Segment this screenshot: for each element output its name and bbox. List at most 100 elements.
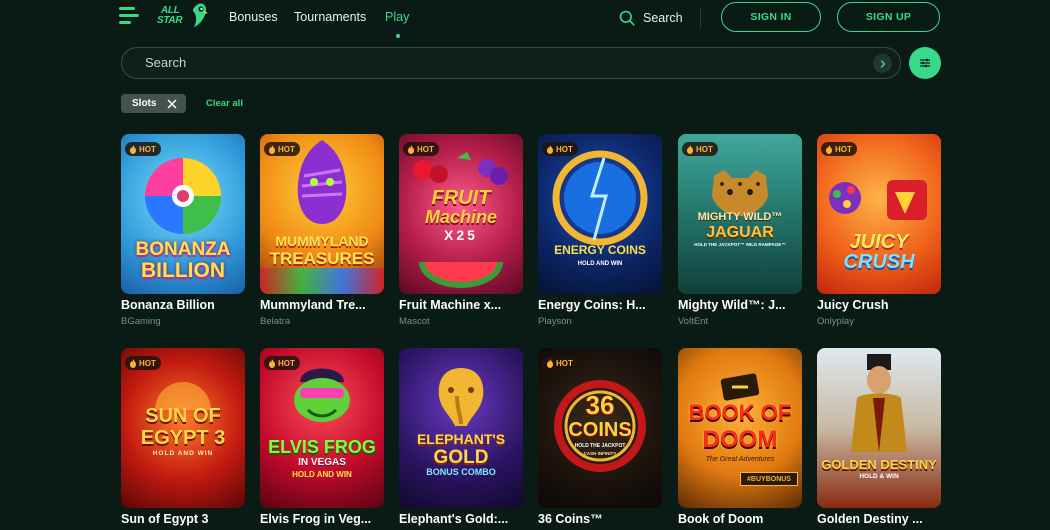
nav-tournaments[interactable]: Tournaments [294, 10, 366, 24]
nav-bonuses[interactable]: Bonuses [229, 10, 278, 24]
game-provider: VoltEnt [678, 316, 709, 327]
energy-coin-art [552, 150, 648, 246]
game-title[interactable]: Elephant's Gold:... [399, 512, 523, 526]
nav-play[interactable]: Play [385, 10, 409, 24]
active-nav-indicator [396, 34, 400, 38]
hot-badge: HOT [125, 142, 161, 156]
golden-elephant-art [438, 368, 484, 426]
game-title[interactable]: Elvis Frog in Veg... [260, 512, 384, 526]
hot-badge: HOT [682, 142, 718, 156]
flame-icon [547, 144, 553, 154]
art-title-2: JAGUAR [706, 224, 774, 241]
game-title[interactable]: Juicy Crush [817, 298, 941, 312]
game-thumbnail[interactable]: MIGHTY WILD™ JAGUAR HOLD THE JACKPOT™ WI… [678, 134, 802, 294]
hot-label: HOT [139, 144, 156, 154]
art-title-3: HOLD AND WIN [152, 450, 214, 457]
game-card-bonanza-billion[interactable]: BONANZA BILLION HOT Bonanza Billion BGam… [121, 134, 245, 327]
game-thumbnail[interactable]: ELEPHANT'S GOLD BONUS COMBO [399, 348, 523, 508]
parrot-mascot-icon [193, 3, 208, 27]
flame-icon [269, 144, 275, 154]
game-provider: Onlyplay [817, 316, 854, 327]
jaguar-head-art [712, 170, 768, 216]
game-card-book-of-doom[interactable]: BOOK OF DOOM The Great Adventures #BUYBO… [678, 348, 802, 526]
allstar-logo[interactable]: ALL STAR [157, 2, 209, 30]
art-title-3: The Great Adventures [705, 456, 775, 463]
hot-label: HOT [696, 144, 713, 154]
fruit-bowl-art [829, 180, 927, 220]
close-icon[interactable] [167, 99, 177, 109]
art-title-1: ELVIS FROG [268, 437, 376, 457]
game-title[interactable]: Golden Destiny ... [817, 512, 941, 526]
game-thumbnail[interactable]: JUICY CRUSH HOT [817, 134, 941, 294]
game-thumbnail[interactable]: FRUIT Machine X25 HOT [399, 134, 523, 294]
game-title[interactable]: Energy Coins: H... [538, 298, 662, 312]
hot-label: HOT [278, 144, 295, 154]
game-card-juicy-crush[interactable]: JUICY CRUSH HOT Juicy Crush Onlyplay [817, 134, 941, 327]
buy-bonus-tag: #BUYBONUS [740, 472, 798, 486]
sun-rays-art [155, 382, 211, 410]
game-thumbnail[interactable]: MUMMYLAND TREASURES HOT [260, 134, 384, 294]
game-thumbnail[interactable]: BOOK OF DOOM The Great Adventures #BUYBO… [678, 348, 802, 508]
game-thumbnail[interactable]: 36 COINS HOLD THE JACKPOT CASH INFINITY … [538, 348, 662, 508]
hamburger-menu-icon[interactable] [119, 7, 139, 25]
buy-bonus-label: #BUYBONUS [747, 476, 791, 483]
game-card-36-coins[interactable]: 36 COINS HOLD THE JACKPOT CASH INFINITY … [538, 348, 662, 526]
game-card-fruit-machine[interactable]: FRUIT Machine X25 HOT Fruit Machine x...… [399, 134, 523, 327]
hot-badge: HOT [264, 356, 300, 370]
game-title[interactable]: Fruit Machine x... [399, 298, 523, 312]
filter-button[interactable] [909, 47, 941, 79]
hot-label: HOT [835, 144, 852, 154]
game-title[interactable]: Mighty Wild™: J... [678, 298, 802, 312]
game-card-mighty-wild-jaguar[interactable]: MIGHTY WILD™ JAGUAR HOLD THE JACKPOT™ WI… [678, 134, 802, 327]
game-thumbnail[interactable]: SUN OF EGYPT 3 HOLD AND WIN HOT [121, 348, 245, 508]
game-title[interactable]: Sun of Egypt 3 [121, 512, 245, 526]
art-title-1: ENERGY COINS [554, 243, 646, 257]
art-title-1: BOOK OF [688, 400, 792, 425]
treasure-map-icon [720, 373, 760, 401]
header-search-button[interactable]: Search [619, 9, 683, 27]
art-title-3: HOLD THE JACKPOT [574, 443, 626, 449]
game-card-sun-of-egypt-3[interactable]: SUN OF EGYPT 3 HOLD AND WIN HOT Sun of E… [121, 348, 245, 526]
slots-filter-chip[interactable]: Slots [121, 94, 186, 113]
game-card-mummyland-treasures[interactable]: MUMMYLAND TREASURES HOT Mummyland Tre...… [260, 134, 384, 327]
hot-label: HOT [556, 358, 573, 368]
sign-up-button[interactable]: SIGN UP [837, 2, 940, 32]
filter-sliders-icon [920, 58, 930, 68]
game-provider: BGaming [121, 316, 161, 327]
art-title-1: GOLDEN DESTINY [821, 457, 937, 472]
game-title[interactable]: Mummyland Tre... [260, 298, 384, 312]
hot-label: HOT [556, 144, 573, 154]
game-title[interactable]: Book of Doom [678, 512, 802, 526]
game-thumbnail[interactable]: ENERGY COINS HOLD AND WIN HOT [538, 134, 662, 294]
game-thumbnail[interactable]: GOLDEN DESTINY HOLD & WIN [817, 348, 941, 508]
game-card-golden-destiny[interactable]: GOLDEN DESTINY HOLD & WIN Golden Destiny… [817, 348, 941, 526]
watermelon-art [419, 262, 503, 288]
game-card-elvis-frog-in-vegas[interactable]: ELVIS FROG IN VEGAS HOLD AND WIN HOT Elv… [260, 348, 384, 526]
game-card-energy-coins[interactable]: ENERGY COINS HOLD AND WIN HOT Energy Coi… [538, 134, 662, 327]
hot-badge: HOT [125, 356, 161, 370]
clear-all-link[interactable]: Clear all [206, 98, 243, 109]
game-search-field[interactable]: Search [121, 47, 901, 79]
game-thumbnail[interactable]: ELVIS FROG IN VEGAS HOLD AND WIN HOT [260, 348, 384, 508]
art-title-1: MIGHTY WILD™ [697, 211, 783, 223]
game-card-elephants-gold[interactable]: ELEPHANT'S GOLD BONUS COMBO Elephant's G… [399, 348, 523, 526]
flame-icon [547, 358, 553, 368]
hot-badge: HOT [264, 142, 300, 156]
art-title-2: BILLION [141, 259, 225, 282]
art-title-2: CRUSH [843, 251, 915, 273]
art-title-2: Machine [424, 207, 498, 227]
art-title-2: HOLD & WIN [859, 473, 899, 480]
art-title-2: HOLD AND WIN [577, 261, 623, 267]
art-title-1: MUMMYLAND [275, 233, 369, 249]
flame-icon [826, 144, 832, 154]
art-title-1: BONANZA [135, 239, 231, 260]
game-title[interactable]: Bonanza Billion [121, 298, 245, 312]
search-submit-button[interactable] [873, 54, 892, 73]
game-title[interactable]: 36 Coins™ [538, 512, 662, 526]
art-title-1: SUN OF [145, 405, 221, 427]
chevron-right-icon [880, 59, 885, 68]
art-title-3: BONUS COMBO [426, 467, 496, 477]
game-thumbnail[interactable]: BONANZA BILLION HOT [121, 134, 245, 294]
hot-label: HOT [417, 144, 434, 154]
sign-in-button[interactable]: SIGN IN [721, 2, 821, 32]
